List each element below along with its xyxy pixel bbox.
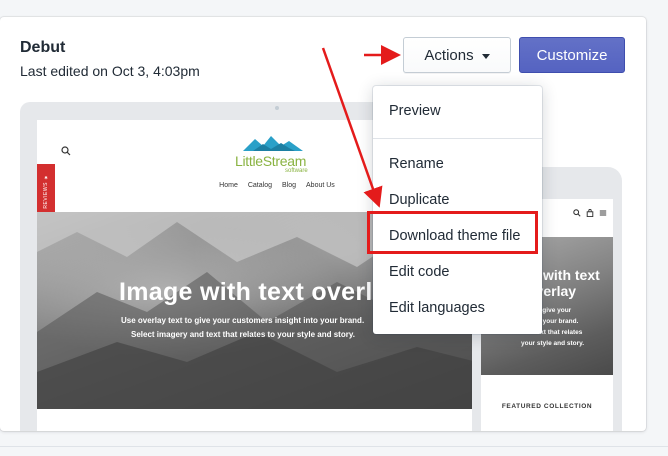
mobile-hero-title-1: with text <box>543 267 600 283</box>
search-icon <box>573 209 581 217</box>
menu-item-edit-languages[interactable]: Edit languages <box>373 291 542 325</box>
logo-subtitle: software <box>285 168 308 174</box>
last-edited-text: Last edited on Oct 3, 4:03pm <box>20 63 200 79</box>
customize-button[interactable]: Customize <box>519 37 625 73</box>
featured-collection-heading: FEATURED COLLECTION <box>501 403 593 410</box>
hero-subtitle-2: Select imagery and text that relates to … <box>131 330 355 339</box>
search-icon <box>61 146 71 156</box>
logo-name: LittleStream <box>235 153 307 169</box>
theme-card: Debut Last edited on Oct 3, 4:03pm Actio… <box>0 17 646 431</box>
annotation-highlight-box <box>367 211 538 254</box>
menu-item-preview[interactable]: Preview <box>373 94 542 128</box>
divider <box>0 446 668 447</box>
bag-icon <box>586 209 594 217</box>
menu-item-rename[interactable]: Rename <box>373 147 542 181</box>
preview-nav-about: About Us <box>306 182 335 189</box>
actions-button-label: Actions <box>424 46 474 64</box>
hero-title: Image with text overlay <box>119 278 401 306</box>
preview-nav-home: Home <box>219 182 238 189</box>
caret-down-icon <box>481 53 490 59</box>
hamburger-menu-icon <box>599 210 607 216</box>
actions-menu: Preview Rename Duplicate Download theme … <box>373 86 542 334</box>
hero-subtitle-1: Use overlay text to give your customers … <box>121 316 365 325</box>
mobile-header-icons <box>573 209 607 217</box>
menu-item-edit-code[interactable]: Edit code <box>373 255 542 289</box>
theme-name: Debut <box>20 39 66 56</box>
menu-divider <box>373 138 542 139</box>
mobile-hero-line: your style and story. <box>521 340 585 347</box>
actions-button[interactable]: Actions <box>403 37 511 73</box>
preview-nav-catalog: Catalog <box>247 182 272 189</box>
preview-nav-blog: Blog <box>282 182 297 189</box>
camera-dot <box>275 106 279 110</box>
